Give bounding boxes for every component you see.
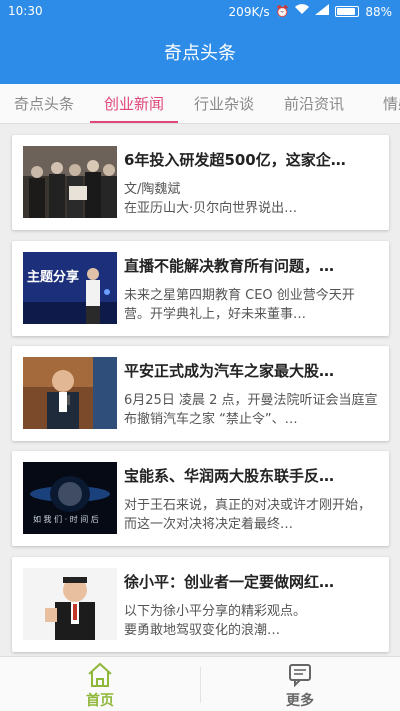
article-summary: 未来之星第四期教育 CEO 创业营今天开营。开学典礼上，好未来董事… [124,288,355,322]
battery-fill [337,8,356,15]
article-summary: 对于王石来说，真正的对决或许才刚开始，而这一次对决将决定着最终… [124,498,372,532]
tab-label: 创业新闻 [103,95,164,113]
battery-percent: 88% [365,4,392,19]
home-icon [86,661,114,689]
tab-frontier-info[interactable]: 前沿资讯 [270,84,358,123]
nav-home-label: 首页 [86,693,114,709]
article-title: 宝能系、华润两大股东联手反… [124,467,335,485]
status-time: 10:30 [8,4,43,18]
tab-label: 奇点头条 [13,95,74,113]
status-bar: 10:30 209K/s ⏰ 88% [0,0,400,24]
signal-icon [315,4,330,19]
article-thumbnail [23,357,117,429]
thumbnail-caption: 主题分享 [27,270,80,285]
tab-startup-news[interactable]: 创业新闻 [90,84,178,123]
article-summary: 以下为徐小平分享的精彩观点。 要勇敢地驾驭变化的浪潮… [124,604,307,638]
article-card[interactable]: 主题分享 直播不能解决教育所有问题，… 未来之星第四期教育 CEO 创业营今天开… [12,241,389,336]
battery-icon [335,6,360,17]
wifi-icon [295,4,310,19]
article-thumbnail: 如 我 们 · 时 间 后 [23,462,117,534]
nav-more[interactable]: 更多 [200,657,400,711]
article-thumbnail [23,568,117,640]
article-thumbnail: 主题分享 [23,252,117,324]
article-summary: 文/陶魏斌 在亚历山大·贝尔向世界说出… [124,182,298,216]
page-title: 奇点头条 [164,43,236,64]
article-title: 6年投入研发超500亿，这家企… [124,151,346,169]
article-card[interactable]: 如 我 们 · 时 间 后 宝能系、华润两大股东联手反… 对于王石来说，真正的对… [12,451,389,546]
article-thumbnail [23,146,117,218]
category-tabs[interactable]: 奇点头条 创业新闻 行业杂谈 前沿资讯 情感 [0,84,400,124]
alarm-icon: ⏰ [275,4,290,18]
article-title: 平安正式成为汽车之家最大股… [124,362,335,380]
message-icon [286,661,314,689]
article-summary: 6月25日 凌晨 2 点，开曼法院听证会当庭宣布撤销汽车之家 “禁止令”、… [124,393,378,427]
tab-qidian-toutiao[interactable]: 奇点头条 [0,84,88,123]
tab-industry-talk[interactable]: 行业杂谈 [180,84,268,123]
status-right-group: 209K/s ⏰ 88% [229,4,392,19]
svg-text:如 我 们 · 时 间 后: 如 我 们 · 时 间 后 [33,514,99,524]
article-card[interactable]: 平安正式成为汽车之家最大股… 6月25日 凌晨 2 点，开曼法院听证会当庭宣布撤… [12,346,389,441]
network-speed: 209K/s [228,4,270,19]
article-title: 徐小平：创业者一定要做网红… [124,573,335,591]
bottom-navigation: 首页 更多 [0,656,400,711]
article-card[interactable]: 6年投入研发超500亿，这家企… 文/陶魏斌 在亚历山大·贝尔向世界说出… [12,135,389,230]
tab-label: 前沿资讯 [283,95,344,113]
app-bar: 奇点头条 [0,24,400,84]
tab-label: 情感 [382,95,400,113]
nav-more-label: 更多 [286,693,314,709]
article-card[interactable]: 徐小平：创业者一定要做网红… 以下为徐小平分享的精彩观点。 要勇敢地驾驭变化的浪… [12,557,389,652]
article-title: 直播不能解决教育所有问题，… [124,257,335,275]
article-list[interactable]: 6年投入研发超500亿，这家企… 文/陶魏斌 在亚历山大·贝尔向世界说出… 主题… [0,124,400,656]
nav-home[interactable]: 首页 [0,657,200,711]
tab-emotion[interactable]: 情感 [368,84,400,123]
tab-label: 行业杂谈 [193,95,254,113]
